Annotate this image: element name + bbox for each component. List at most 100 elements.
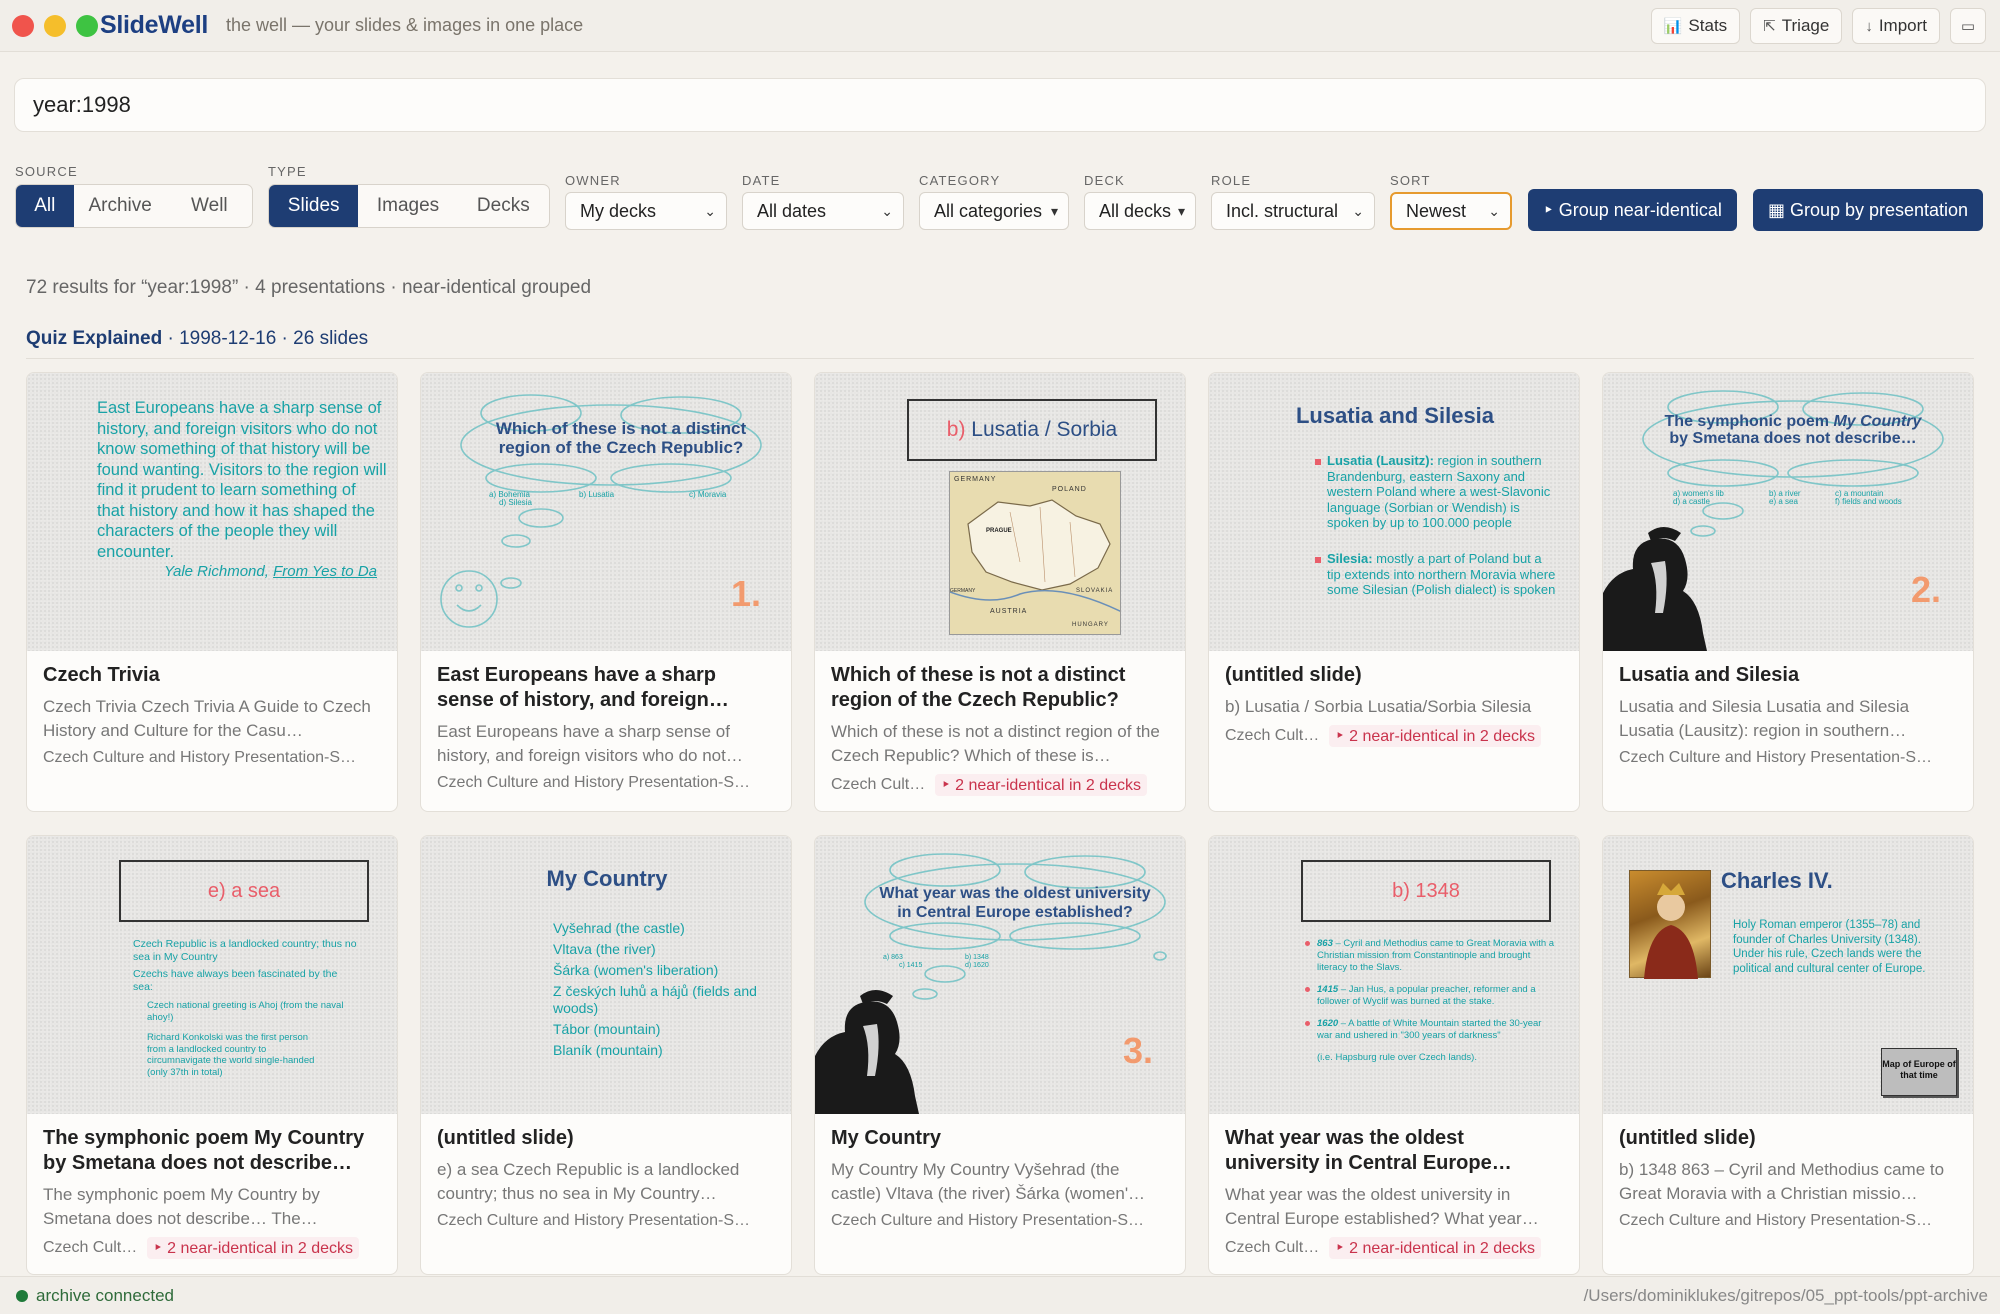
owner-label: OWNER xyxy=(565,173,621,188)
card-deck: Czech Culture and History Presentation-S… xyxy=(437,774,751,791)
slide-card[interactable]: b) Lusatia / Sorbia GERMANY POLAND PRAGU… xyxy=(814,372,1186,812)
owner-select[interactable]: My decks ⌄ xyxy=(565,192,727,230)
slide-card[interactable]: Which of these is not a distinct region … xyxy=(420,372,792,812)
slide-thumbnail[interactable]: Lusatia and Silesia Lusatia (Lausitz): r… xyxy=(1209,373,1579,651)
bullet-text: – Jan Hus, a popular preacher, reformer … xyxy=(1317,984,1536,1007)
group-near-identical-button[interactable]: ‣ Group near-identical xyxy=(1528,189,1737,231)
stats-button[interactable]: 📊 Stats xyxy=(1650,8,1741,44)
minimize-window-button[interactable] xyxy=(44,14,66,37)
slide-thumbnail[interactable]: b) Lusatia / Sorbia GERMANY POLAND PRAGU… xyxy=(815,373,1185,651)
near-identical-badge[interactable]: ‣ 2 near-identical in 2 decks xyxy=(1329,1237,1542,1259)
date-value: All dates xyxy=(757,200,827,221)
category-select[interactable]: All categories ▾ xyxy=(919,192,1069,230)
answer-d: d) a castle xyxy=(1673,497,1710,506)
type-label: TYPE xyxy=(268,164,307,179)
bullet-marker xyxy=(1305,987,1310,992)
sort-value: Newest xyxy=(1406,200,1467,221)
card-description: b) Lusatia / Sorbia Lusatia/Sorbia Siles… xyxy=(1225,697,1532,716)
list-item: Šárka (women's liberation) xyxy=(553,962,719,978)
slide-thumbnail[interactable]: b) 1348 863 – Cyril and Methodius came t… xyxy=(1209,836,1579,1114)
card-title: The symphonic poem My Country by Smetana… xyxy=(43,1127,365,1174)
sort-label: SORT xyxy=(1390,173,1431,188)
question-text: The symphonic poem xyxy=(1664,413,1829,430)
source-all-option[interactable]: All xyxy=(16,185,74,227)
import-label: Import xyxy=(1878,16,1927,35)
answer-letter: b) xyxy=(946,418,966,441)
czech-map-icon xyxy=(950,472,1120,634)
slide-card[interactable]: Charles IV. Holy Roman emperor (1355–78)… xyxy=(1602,835,1974,1275)
slide-card[interactable]: e) a sea Czech Republic is a landlocked … xyxy=(26,835,398,1275)
card-description: The symphonic poem My Country by Smetana… xyxy=(43,1185,320,1228)
import-button[interactable]: ↓ Import xyxy=(1852,8,1940,44)
near-identical-badge[interactable]: ‣ 2 near-identical in 2 decks xyxy=(1329,725,1542,747)
map-label-hungary: HUNGARY xyxy=(1072,622,1109,628)
bullet-term: Lusatia (Lausitz): xyxy=(1327,453,1434,468)
panel-toggle-button[interactable]: ▭ xyxy=(1950,8,1986,44)
slide-card[interactable]: My Country Vyšehrad (the castle) Vltava … xyxy=(420,835,792,1275)
card-deck: Czech Cult… xyxy=(1225,727,1320,744)
quote-source: From Yes to Da xyxy=(273,563,377,580)
sort-select[interactable]: Newest ⌄ xyxy=(1390,192,1512,230)
near-identical-badge[interactable]: ‣ 2 near-identical in 2 decks xyxy=(935,774,1148,796)
map-link-button[interactable]: Map of Europe of that time xyxy=(1881,1048,1957,1096)
source-label: SOURCE xyxy=(15,164,78,179)
divider xyxy=(26,358,1974,359)
portrait-engraving xyxy=(1603,527,1707,651)
card-meta: Czech Cult… ‣ 2 near-identical in 2 decks xyxy=(1225,1237,1563,1259)
card-meta: Czech Cult… ‣ 2 near-identical in 2 decks xyxy=(1225,725,1563,747)
card-description: What year was the oldest university in C… xyxy=(1225,1185,1539,1228)
slide-thumbnail[interactable]: What year was the oldest university in C… xyxy=(815,836,1185,1114)
card-meta: Czech Culture and History Presentation-S… xyxy=(1619,749,1957,767)
triage-button[interactable]: ⇱ Triage xyxy=(1750,8,1843,44)
slide-question: What year was the oldest university in C… xyxy=(879,885,1151,921)
list-item: Vyšehrad (the castle) xyxy=(553,920,685,936)
slide-card[interactable]: Lusatia and Silesia Lusatia (Lausitz): r… xyxy=(1208,372,1580,812)
slide-card[interactable]: b) 1348 863 – Cyril and Methodius came t… xyxy=(1208,835,1580,1275)
slide-card[interactable]: East Europeans have a sharp sense of his… xyxy=(26,372,398,812)
card-description: e) a sea Czech Republic is a landlocked … xyxy=(437,1160,740,1203)
slide-bullet: 1620 – A battle of White Mountain starte… xyxy=(1317,1018,1557,1042)
answer-f: f) fields and woods xyxy=(1835,497,1902,506)
slide-thumbnail[interactable]: The symphonic poem My Country by Smetana… xyxy=(1603,373,1973,651)
type-images-option[interactable]: Images xyxy=(358,185,457,227)
card-meta: Czech Cult… ‣ 2 near-identical in 2 decks xyxy=(43,1237,381,1259)
deck-select[interactable]: All decks ▾ xyxy=(1084,192,1196,230)
date-select[interactable]: All dates ⌄ xyxy=(742,192,904,230)
role-select[interactable]: Incl. structural ⌄ xyxy=(1211,192,1375,230)
slide-thumbnail[interactable]: My Country Vyšehrad (the castle) Vltava … xyxy=(421,836,791,1114)
slide-card[interactable]: What year was the oldest university in C… xyxy=(814,835,1186,1275)
group-by-presentation-button[interactable]: ▦ Group by presentation xyxy=(1753,189,1983,231)
type-slides-option[interactable]: Slides xyxy=(269,185,359,227)
map-image: GERMANY POLAND PRAGUE GERMANY AUSTRIA SL… xyxy=(949,471,1121,635)
slide-title: Lusatia and Silesia xyxy=(1295,403,1495,428)
source-archive-option[interactable]: Archive xyxy=(74,185,167,227)
archive-path: /Users/dominiklukes/gitrepos/05_ppt-tool… xyxy=(1583,1285,1988,1305)
slide-bullet-lusatia: Lusatia (Lausitz): region in southern Br… xyxy=(1327,453,1557,531)
near-identical-badge[interactable]: ‣ 2 near-identical in 2 decks xyxy=(147,1237,360,1259)
slide-thumbnail[interactable]: Charles IV. Holy Roman emperor (1355–78)… xyxy=(1603,836,1973,1114)
slide-thumbnail[interactable]: East Europeans have a sharp sense of his… xyxy=(27,373,397,651)
window-controls xyxy=(12,14,98,37)
close-window-button[interactable] xyxy=(12,14,34,37)
quote-author: Yale Richmond, xyxy=(164,563,269,580)
caret-down-icon: ▾ xyxy=(1177,202,1185,219)
type-filter: TYPE Slides Images Decks xyxy=(268,164,550,228)
search-input[interactable]: year:1998 xyxy=(14,78,1986,132)
sort-filter: SORT Newest ⌄ xyxy=(1390,173,1512,230)
card-deck: Czech Culture and History Presentation-S… xyxy=(43,749,357,766)
status-bar: archive connected /Users/dominiklukes/gi… xyxy=(0,1276,2000,1314)
slide-thumbnail[interactable]: e) a sea Czech Republic is a landlocked … xyxy=(27,836,397,1114)
list-item: Blaník (mountain) xyxy=(553,1042,663,1058)
source-well-option[interactable]: Well xyxy=(167,185,252,227)
slide-thumbnail[interactable]: Which of these is not a distinct region … xyxy=(421,373,791,651)
card-title: (untitled slide) xyxy=(437,1127,574,1149)
slide-quote: East Europeans have a sharp sense of his… xyxy=(97,399,387,561)
card-title: (untitled slide) xyxy=(1225,664,1362,686)
zoom-window-button[interactable] xyxy=(76,14,98,37)
date-label: DATE xyxy=(742,173,781,188)
slide-card[interactable]: The symphonic poem My Country by Smetana… xyxy=(1602,372,1974,812)
presentation-group-header[interactable]: Quiz Explained · 1998-12-16 · 26 slides xyxy=(26,328,368,350)
type-decks-option[interactable]: Decks xyxy=(458,185,549,227)
title-bar: SlideWell the well — your slides & image… xyxy=(0,0,2000,52)
answer-b: b) 1348 xyxy=(965,954,989,961)
